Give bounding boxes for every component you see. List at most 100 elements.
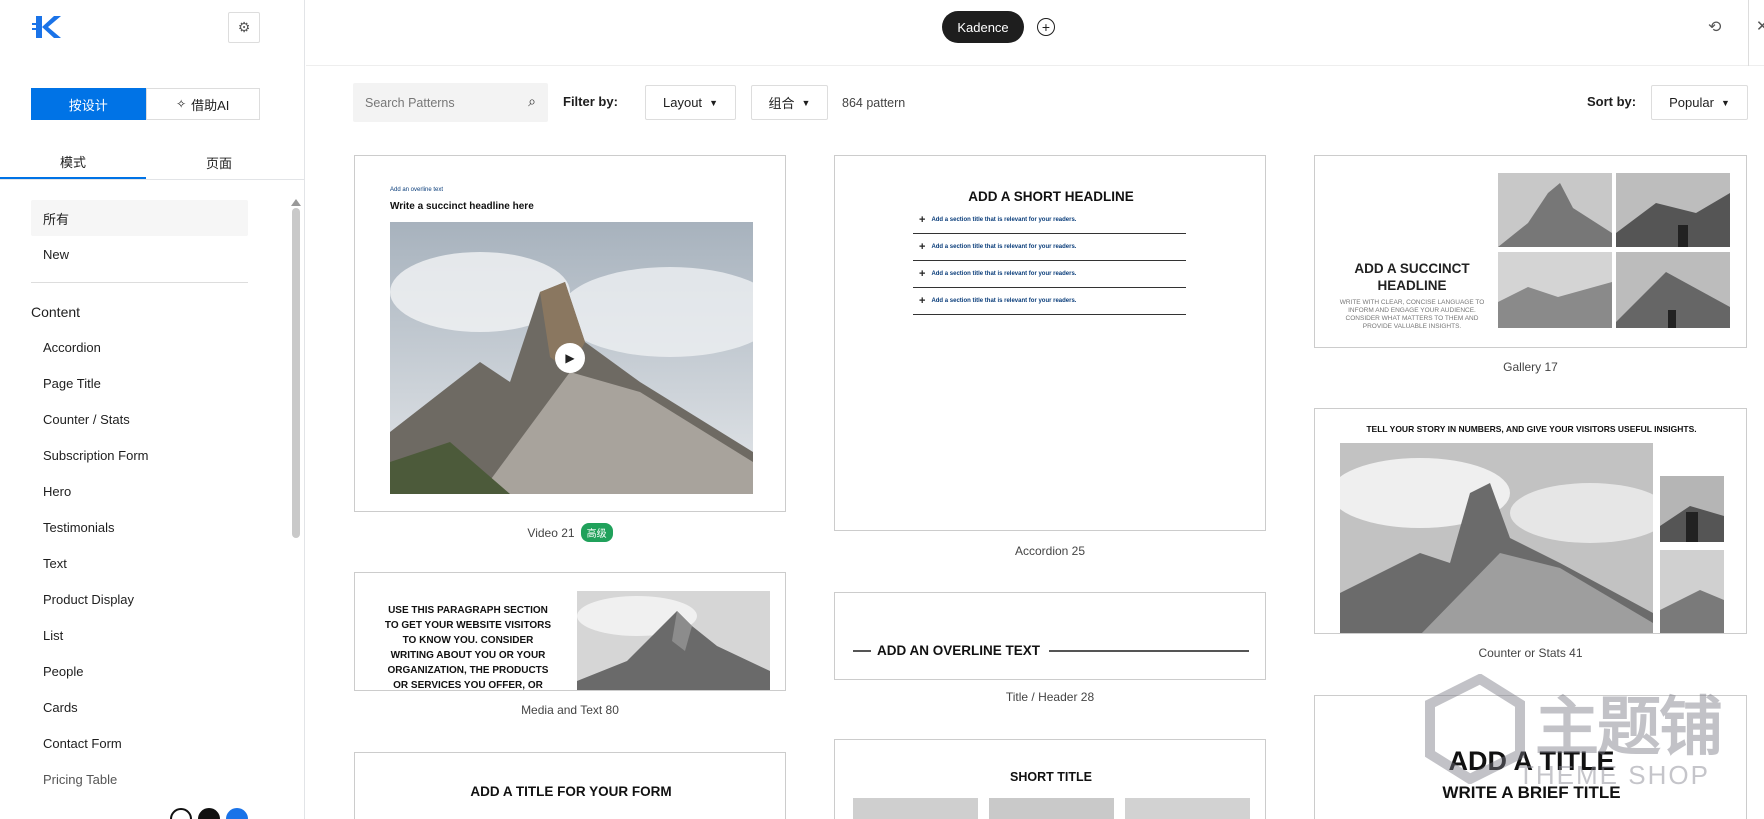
- accordion-row: + Add a section title that is relevant fo…: [913, 207, 1186, 234]
- card-caption-counter-41: Counter or Stats 41: [1478, 646, 1583, 660]
- accordion-row-text: Add a section title that is relevant for…: [931, 217, 1077, 223]
- style-dot[interactable]: [170, 808, 192, 819]
- filter-new[interactable]: New: [31, 236, 281, 272]
- card-paragraph: USE THIS PARAGRAPH SECTION TO GET YOUR W…: [384, 605, 552, 691]
- plus-icon: +: [919, 268, 926, 280]
- sparkle-icon: ✧: [176, 97, 187, 111]
- chevron-down-icon: ▼: [1720, 97, 1730, 108]
- card-headline: Write a succinct headline here: [390, 201, 534, 212]
- pattern-card-video-21[interactable]: Add an overline text Write a succinct he…: [354, 155, 786, 512]
- mountain-image: [577, 591, 770, 690]
- accordion-row-text: Add a section title that is relevant for…: [931, 271, 1077, 277]
- sync-icon[interactable]: ⟲: [1708, 17, 1721, 37]
- with-ai-label: 借助AI: [191, 97, 230, 113]
- settings-gear-button[interactable]: ⚙: [228, 12, 260, 43]
- accordion-row: + Add a section title that is relevant fo…: [913, 261, 1186, 288]
- category-cards[interactable]: Cards: [31, 689, 281, 725]
- watermark-logo: [1425, 674, 1525, 784]
- combo-dropdown-value: 组合: [768, 96, 795, 111]
- kadence-library-pill[interactable]: Kadence: [942, 11, 1024, 43]
- gallery-image: [1498, 173, 1612, 247]
- chevron-down-icon: ▼: [709, 97, 718, 108]
- sort-dropdown[interactable]: Popular ▼: [1651, 85, 1748, 120]
- rule-line: [853, 650, 871, 652]
- card-caption-gallery-17: Gallery 17: [1503, 360, 1558, 374]
- layout-dropdown-value: Layout: [663, 95, 703, 110]
- sidebar: ⚙ 按设计 ✧ 借助AI 模式 页面 所有 New Content Accord…: [0, 0, 305, 819]
- pattern-card-gallery-17[interactable]: ADD A SUCCINCT HEADLINE WRITE WITH CLEAR…: [1314, 155, 1747, 348]
- category-contact-form[interactable]: Contact Form: [31, 725, 281, 761]
- card-caption-media-text-80: Media and Text 80: [521, 703, 619, 717]
- list-divider: [31, 282, 248, 283]
- category-pricing-table[interactable]: Pricing Table: [31, 761, 281, 797]
- category-page-title[interactable]: Page Title: [31, 365, 281, 401]
- category-subscription-form[interactable]: Subscription Form: [31, 437, 281, 473]
- category-product-display[interactable]: Product Display: [31, 581, 281, 617]
- close-icon[interactable]: ✕: [1756, 17, 1764, 35]
- plus-icon: +: [919, 214, 926, 226]
- tab-pages[interactable]: 页面: [146, 146, 292, 179]
- pattern-card-accordion-25[interactable]: ADD A SHORT HEADLINE + Add a section titl…: [834, 155, 1266, 531]
- filter-all[interactable]: 所有: [31, 200, 248, 236]
- card-caption-video-21: Video 21 高级: [354, 523, 786, 542]
- premium-badge: 高级: [580, 523, 613, 542]
- pattern-card-title-header-28[interactable]: ADD AN OVERLINE TEXT: [834, 592, 1266, 680]
- card-overline-text: ADD AN OVERLINE TEXT: [877, 643, 1041, 658]
- gallery-thumb: [1125, 798, 1250, 819]
- stat-image: [1660, 476, 1724, 542]
- gear-icon: ⚙: [237, 19, 251, 35]
- category-list[interactable]: List: [31, 617, 281, 653]
- card-caption-accordion-25: Accordion 25: [1014, 544, 1086, 558]
- sidebar-tabs: 模式 页面: [0, 146, 305, 180]
- style-dot[interactable]: [226, 808, 248, 819]
- category-list: 所有 New Content Accordion Page Title Coun…: [31, 200, 281, 797]
- category-hero[interactable]: Hero: [31, 473, 281, 509]
- category-text[interactable]: Text: [31, 545, 281, 581]
- plus-icon: +: [1041, 19, 1051, 35]
- pattern-count: 864 pattern: [842, 96, 906, 110]
- gallery-image: [1616, 173, 1730, 247]
- category-people[interactable]: People: [31, 653, 281, 689]
- pattern-card-counter-41[interactable]: TELL YOUR STORY IN NUMBERS, AND GIVE YOU…: [1314, 408, 1747, 634]
- card-caption-title-header-28: Title / Header 28: [1005, 690, 1095, 704]
- card-title: ADD A TITLE FOR YOUR FORM: [470, 784, 672, 799]
- sort-label: Sort by:: [1587, 94, 1637, 109]
- stat-image: [1660, 550, 1724, 633]
- by-design-button[interactable]: 按设计: [31, 88, 146, 120]
- accordion-row: + Add a section title that is relevant fo…: [913, 288, 1186, 315]
- watermark-brand: 主题铺: [1535, 691, 1723, 763]
- layout-dropdown[interactable]: Layout ▼: [645, 85, 736, 120]
- sidebar-scrollbar[interactable]: [292, 208, 300, 538]
- card-caption-text: Video 21: [527, 526, 575, 540]
- category-group-title: Content: [31, 304, 81, 320]
- pattern-card-short-title[interactable]: SHORT TITLE: [834, 739, 1266, 819]
- style-dot[interactable]: [198, 808, 220, 819]
- category-accordion[interactable]: Accordion: [31, 329, 281, 365]
- accordion-row-text: Add a section title that is relevant for…: [931, 244, 1077, 250]
- tab-patterns[interactable]: 模式: [0, 146, 146, 179]
- play-icon[interactable]: ▶: [555, 343, 585, 373]
- search-icon: ⌕: [528, 93, 536, 109]
- mode-toggle: 按设计 ✧ 借助AI: [31, 88, 260, 120]
- chevron-down-icon: ▼: [801, 97, 811, 108]
- gallery-image: [1616, 252, 1730, 328]
- app-window: ⚙ 按设计 ✧ 借助AI 模式 页面 所有 New Content Accord…: [0, 0, 1764, 819]
- scroll-up-arrow[interactable]: [291, 199, 301, 206]
- pattern-card-form[interactable]: ADD A TITLE FOR YOUR FORM: [354, 752, 786, 819]
- category-counter-stats[interactable]: Counter / Stats: [31, 401, 281, 437]
- mountain-image: [1340, 443, 1653, 633]
- card-body: WRITE WITH CLEAR, CONCISE LANGUAGE TO IN…: [1339, 299, 1485, 330]
- search-input[interactable]: Search Patterns ⌕: [353, 83, 548, 122]
- sort-dropdown-value: Popular: [1669, 95, 1714, 110]
- category-testimonials[interactable]: Testimonials: [31, 509, 281, 545]
- accordion-row-text: Add a section title that is relevant for…: [931, 298, 1077, 304]
- style-dots: [170, 808, 248, 819]
- pattern-card-media-text-80[interactable]: USE THIS PARAGRAPH SECTION TO GET YOUR W…: [354, 572, 786, 691]
- add-library-button[interactable]: +: [1037, 18, 1055, 36]
- card-title: SHORT TITLE: [1010, 770, 1092, 784]
- card-overline: Add an overline text: [390, 187, 444, 193]
- with-ai-button[interactable]: ✧ 借助AI: [145, 88, 260, 120]
- filter-label: Filter by:: [563, 94, 618, 109]
- combo-dropdown[interactable]: 组合 ▼: [751, 85, 828, 120]
- card-headline: ADD A SHORT HEADLINE: [968, 189, 1134, 204]
